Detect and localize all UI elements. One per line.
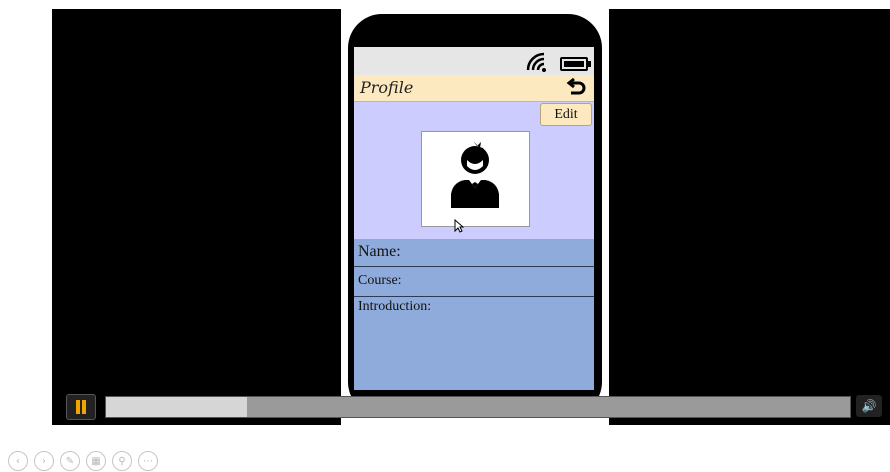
more-icon[interactable]: ⋯ xyxy=(138,451,158,471)
course-row: Course: xyxy=(354,267,594,297)
progress-bar[interactable] xyxy=(105,396,851,418)
intro-label: Introduction: xyxy=(358,299,432,314)
pause-icon xyxy=(76,400,80,414)
battery-icon xyxy=(560,57,591,71)
page-title: Profile xyxy=(360,78,414,97)
name-row: Name: xyxy=(354,239,594,267)
intro-row: Introduction: xyxy=(354,297,594,390)
phone-mockup: Profile Edit Name: Course: Introduction: xyxy=(348,14,602,416)
progress-played xyxy=(106,397,248,417)
profile-info: Name: Course: Introduction: xyxy=(354,239,594,390)
mouse-cursor-icon xyxy=(454,219,464,233)
pen-icon[interactable]: ✎ xyxy=(60,451,80,471)
volume-icon[interactable]: 🔊 xyxy=(856,395,882,417)
back-arrow-icon[interactable] xyxy=(566,77,588,99)
phone-screen: Profile Edit Name: Course: Introduction: xyxy=(354,47,594,390)
grid-icon[interactable]: ▦ xyxy=(86,451,106,471)
slide-toolbar: ‹ › ✎ ▦ ⚲ ⋯ xyxy=(8,451,158,471)
pause-button[interactable] xyxy=(66,394,96,420)
player-controls: 🔊 xyxy=(52,390,890,423)
user-avatar-icon xyxy=(451,141,499,208)
prev-icon[interactable]: ‹ xyxy=(8,451,28,471)
zoom-icon[interactable]: ⚲ xyxy=(112,451,132,471)
title-bar: Profile xyxy=(354,75,594,102)
name-label: Name: xyxy=(358,243,401,260)
avatar[interactable] xyxy=(421,131,530,227)
status-bar xyxy=(354,47,594,75)
wifi-icon xyxy=(526,52,546,72)
edit-button[interactable]: Edit xyxy=(540,103,592,126)
next-icon[interactable]: › xyxy=(34,451,54,471)
course-label: Course: xyxy=(358,273,402,288)
